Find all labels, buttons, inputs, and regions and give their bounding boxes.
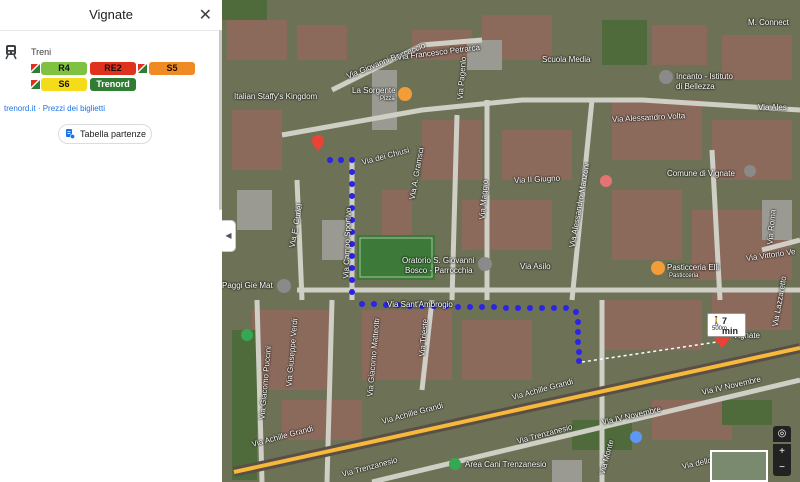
street-label: Via Ales bbox=[758, 103, 787, 112]
line-badge-trenord[interactable]: Trenord bbox=[90, 78, 136, 91]
satellite-map[interactable]: Via Giovanni Boccaccio Via Francesco Pet… bbox=[222, 0, 800, 482]
links-row: trenord.it · Prezzi dei biglietti bbox=[4, 104, 105, 113]
town-hall-icon[interactable] bbox=[600, 175, 612, 187]
beauty-salon-icon[interactable] bbox=[659, 70, 673, 84]
departures-button[interactable]: Tabella partenze bbox=[58, 124, 152, 144]
collapse-panel-button[interactable]: ◀ bbox=[222, 220, 236, 252]
church-icon[interactable] bbox=[478, 257, 492, 271]
line-badge-s5[interactable]: S5 bbox=[149, 62, 195, 75]
place-label: M. Connect bbox=[748, 18, 789, 27]
place-label: Oratorio S. Giovanni bbox=[402, 256, 475, 265]
place-label: Paggi Gie Mat bbox=[222, 281, 273, 290]
line-badge-s6[interactable]: S6 bbox=[41, 78, 87, 91]
line-badge-r4[interactable]: R4 bbox=[41, 62, 87, 75]
line-badge-re2[interactable]: RE2 bbox=[90, 62, 136, 75]
place-label: Incanto - Istituto bbox=[676, 72, 733, 81]
panel-scrollbar[interactable] bbox=[219, 30, 222, 210]
street-view-thumbnail[interactable] bbox=[710, 450, 768, 482]
trenord-logo-icon bbox=[138, 64, 147, 73]
place-label: Italian Staffy's Kingdom bbox=[234, 92, 318, 101]
prices-link[interactable]: Prezzi dei biglietti bbox=[43, 104, 105, 113]
place-title: Vignate bbox=[89, 7, 133, 22]
shop-icon[interactable] bbox=[277, 279, 291, 293]
street-label: Via Sant'Ambrogio bbox=[387, 300, 453, 309]
trenord-link[interactable]: trenord.it bbox=[4, 104, 36, 113]
place-label: Bosco - Parrocchia bbox=[405, 266, 473, 275]
side-panel: Vignate ✕ Treni R4 RE2 S5 S6 Trenord tre… bbox=[0, 0, 222, 482]
zoom-in-button[interactable]: + bbox=[773, 444, 791, 460]
walking-distance: 500m bbox=[712, 326, 728, 332]
place-label: Scuola Media bbox=[542, 55, 591, 64]
place-label: Pasticceria Elli bbox=[667, 263, 720, 272]
place-label: di Bellezza bbox=[676, 82, 715, 91]
trenord-logo-icon bbox=[31, 64, 40, 73]
link-separator: · bbox=[37, 104, 41, 113]
place-label: Pizza bbox=[380, 96, 395, 102]
bakery-icon[interactable] bbox=[651, 261, 665, 275]
place-label: Pasticceria bbox=[669, 273, 699, 279]
train-icon bbox=[5, 45, 17, 60]
panel-header: Vignate ✕ bbox=[0, 0, 222, 31]
park-icon[interactable] bbox=[241, 329, 253, 341]
zoom-out-button[interactable]: − bbox=[773, 460, 791, 476]
bus-stop-icon[interactable] bbox=[744, 165, 756, 177]
transit-label: Treni bbox=[31, 47, 52, 57]
parking-icon[interactable] bbox=[630, 431, 642, 443]
restaurant-icon[interactable] bbox=[398, 87, 412, 101]
close-icon[interactable]: ✕ bbox=[199, 5, 212, 25]
dog-park-icon[interactable] bbox=[449, 458, 461, 470]
place-label: Area Cani Trenzanesio bbox=[465, 460, 547, 469]
departures-button-label: Tabella partenze bbox=[80, 129, 147, 139]
trenord-logo-icon bbox=[31, 80, 40, 89]
street-label: Via Asilo bbox=[520, 262, 551, 271]
departures-board-icon bbox=[66, 129, 75, 139]
place-label: La Sorgente bbox=[352, 86, 396, 95]
place-label: Comune di Vignate bbox=[667, 169, 735, 178]
my-location-icon[interactable]: ◎ bbox=[773, 426, 791, 442]
walking-time-callout[interactable]: 🚶 7 min 500m bbox=[707, 313, 746, 337]
